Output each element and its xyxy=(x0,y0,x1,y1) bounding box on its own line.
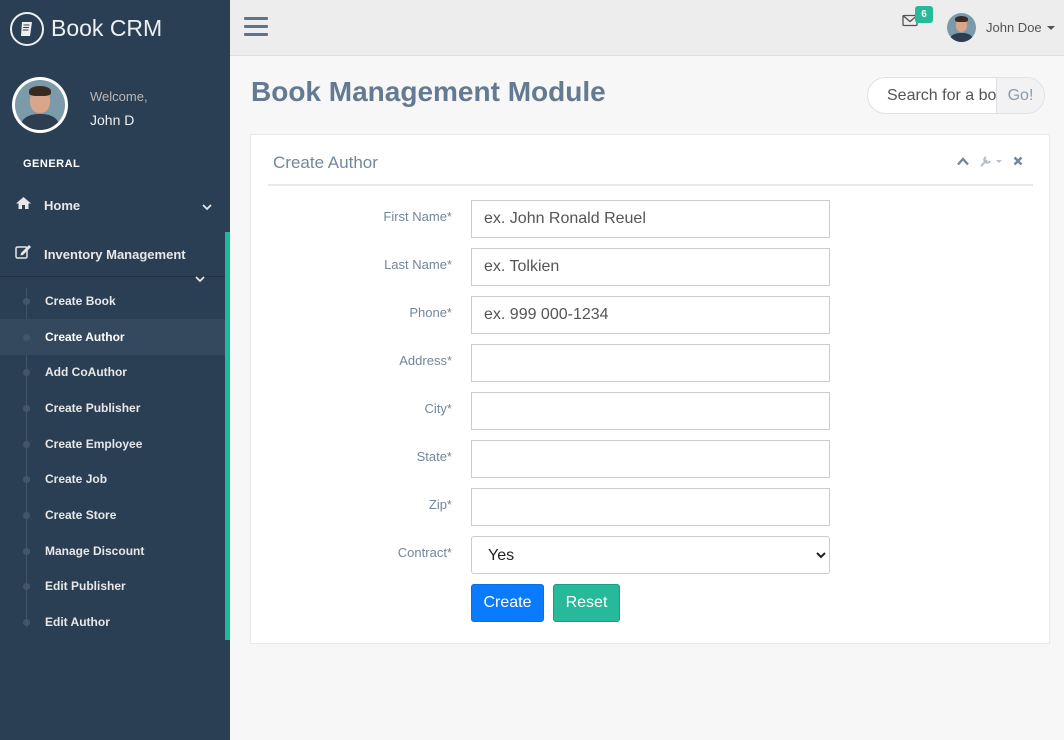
sidebar-item-label: Home xyxy=(44,197,81,213)
home-icon xyxy=(15,196,32,215)
address-field[interactable] xyxy=(471,344,830,382)
form-row-state: State* xyxy=(251,440,1051,478)
last-name-field[interactable] xyxy=(471,248,830,286)
sidebar-item-manage-discount[interactable]: Manage Discount xyxy=(0,533,225,569)
form-row-city: City* xyxy=(251,392,1051,430)
contract-select[interactable]: Yes xyxy=(471,536,830,574)
sidebar-group-inventory: Inventory Management Create Book Create … xyxy=(0,232,230,640)
last-name-label: Last Name* xyxy=(384,257,452,272)
sidebar: Book CRM Welcome, John D GENERAL Home In… xyxy=(0,0,230,740)
edit-icon xyxy=(15,244,32,264)
welcome-label: Welcome, xyxy=(90,89,148,104)
top-nav: 6 John Doe xyxy=(230,0,1064,56)
avatar xyxy=(947,13,976,42)
sidebar-item-create-employee[interactable]: Create Employee xyxy=(0,426,225,462)
form-row-contract: Contract* Yes xyxy=(251,536,1051,574)
form-row-first-name: First Name* xyxy=(251,200,1051,238)
profile-name: John D xyxy=(90,112,135,128)
sidebar-item-create-store[interactable]: Create Store xyxy=(0,497,225,533)
notification-badge: 6 xyxy=(915,6,933,23)
first-name-field[interactable] xyxy=(471,200,830,238)
create-button[interactable]: Create xyxy=(471,584,544,622)
sidebar-item-inventory[interactable]: Inventory Management xyxy=(15,244,186,264)
form-row-phone: Phone* xyxy=(251,296,1051,334)
city-label: City* xyxy=(424,401,452,416)
menu-toggle-icon[interactable] xyxy=(244,17,268,37)
brand-name: Book CRM xyxy=(51,15,163,41)
first-name-label: First Name* xyxy=(383,209,452,224)
avatar xyxy=(12,77,68,133)
create-author-panel: Create Author First Name* Last Name* Pho… xyxy=(250,134,1050,644)
chevron-up-icon[interactable] xyxy=(957,156,969,166)
zip-field[interactable] xyxy=(471,488,830,526)
address-label: Address* xyxy=(399,353,452,368)
panel-tools xyxy=(957,154,1023,168)
phone-field[interactable] xyxy=(471,296,830,334)
contract-label: Contract* xyxy=(397,545,452,560)
sidebar-item-edit-author[interactable]: Edit Author xyxy=(0,604,225,640)
phone-label: Phone* xyxy=(409,305,452,320)
form-row-last-name: Last Name* xyxy=(251,248,1051,286)
sidebar-item-create-job[interactable]: Create Job xyxy=(0,461,225,497)
sidebar-item-create-publisher[interactable]: Create Publisher xyxy=(0,390,225,426)
caret-down-icon xyxy=(1046,25,1055,30)
sidebar-item-label: Inventory Management xyxy=(44,246,186,262)
sidebar-item-create-book[interactable]: Create Book xyxy=(0,283,225,319)
form-row-zip: Zip* xyxy=(251,488,1051,526)
state-label: State* xyxy=(416,449,452,464)
user-menu[interactable]: John Doe xyxy=(947,13,1055,42)
close-icon[interactable] xyxy=(1013,156,1023,166)
sidebar-item-home[interactable]: Home xyxy=(0,186,230,224)
section-title: GENERAL xyxy=(23,158,81,170)
go-button[interactable]: Go! xyxy=(996,78,1044,113)
sidebar-item-add-coauthor[interactable]: Add CoAuthor xyxy=(0,354,225,390)
reset-button[interactable]: Reset xyxy=(553,584,620,622)
book-icon xyxy=(10,11,44,46)
page-title: Book Management Module xyxy=(251,76,606,107)
sidebar-item-edit-publisher[interactable]: Edit Publisher xyxy=(0,568,225,604)
brand[interactable]: Book CRM xyxy=(0,0,230,57)
zip-label: Zip* xyxy=(428,497,452,512)
search-input[interactable] xyxy=(868,78,996,113)
form-row-address: Address* xyxy=(251,344,1051,382)
sidebar-item-create-author[interactable]: Create Author xyxy=(0,319,225,355)
panel-title: Create Author xyxy=(273,153,378,172)
city-field[interactable] xyxy=(471,392,830,430)
user-name: John Doe xyxy=(986,20,1042,35)
state-field[interactable] xyxy=(471,440,830,478)
chevron-down-icon xyxy=(202,198,212,216)
wrench-icon[interactable] xyxy=(979,154,1003,168)
search-group: Go! xyxy=(867,77,1045,114)
